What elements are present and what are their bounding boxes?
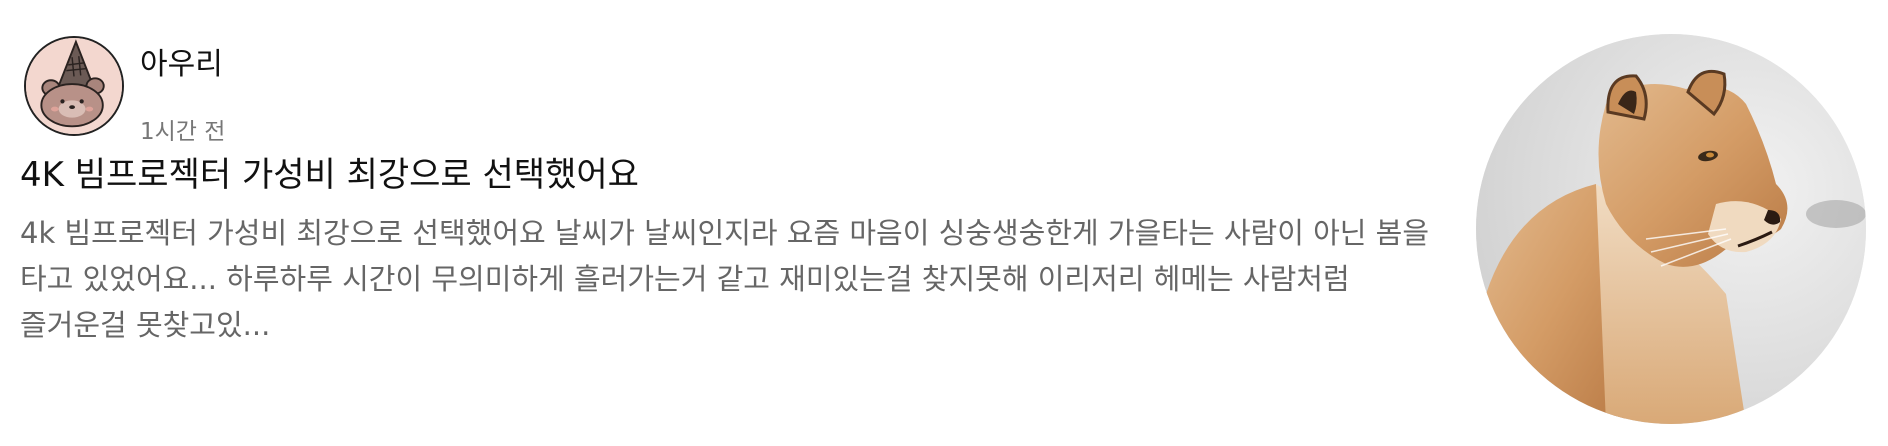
author-name[interactable]: 아우리 bbox=[140, 46, 225, 84]
author-row: 아우리 1시간 전 bbox=[24, 36, 225, 145]
bear-with-party-hat-icon bbox=[26, 38, 122, 134]
post-excerpt[interactable]: 4k 빔프로젝터 가성비 최강으로 선택했어요 날씨가 날씨인지라 요즘 마음이… bbox=[20, 210, 1460, 348]
post-thumbnail[interactable] bbox=[1476, 34, 1866, 424]
lioness-photo bbox=[1476, 34, 1866, 424]
avatar[interactable] bbox=[24, 36, 124, 136]
author-meta: 아우리 1시간 전 bbox=[140, 36, 225, 146]
post-timestamp: 1시간 전 bbox=[140, 119, 226, 145]
post-title[interactable]: 4K 빔프로젝터 가성비 최강으로 선택했어요 bbox=[20, 152, 639, 198]
post-card[interactable]: 아우리 1시간 전 4K 빔프로젝터 가성비 최강으로 선택했어요 4k 빔프로… bbox=[0, 0, 1888, 446]
